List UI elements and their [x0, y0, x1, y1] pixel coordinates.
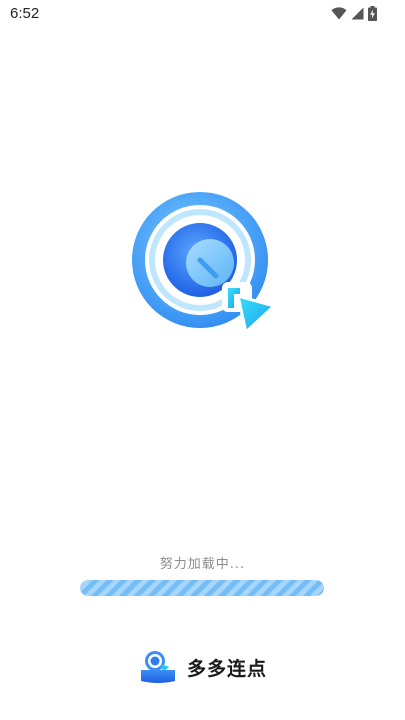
loading-progress-fill — [80, 580, 324, 596]
loading-text: 努力加载中... — [159, 557, 246, 572]
loading-progress-bar — [80, 580, 324, 596]
brand-name: 多多连点 — [187, 657, 268, 680]
app-logo-icon — [132, 192, 276, 334]
status-icons — [331, 6, 377, 21]
status-time: 6:52 — [10, 5, 40, 22]
signal-icon — [351, 7, 364, 20]
brand-footer: 多多连点 — [139, 650, 267, 684]
battery-charging-icon — [368, 6, 377, 21]
brand-logo-icon — [141, 651, 175, 683]
status-bar: 6:52 — [0, 0, 405, 28]
wifi-icon — [331, 7, 347, 20]
